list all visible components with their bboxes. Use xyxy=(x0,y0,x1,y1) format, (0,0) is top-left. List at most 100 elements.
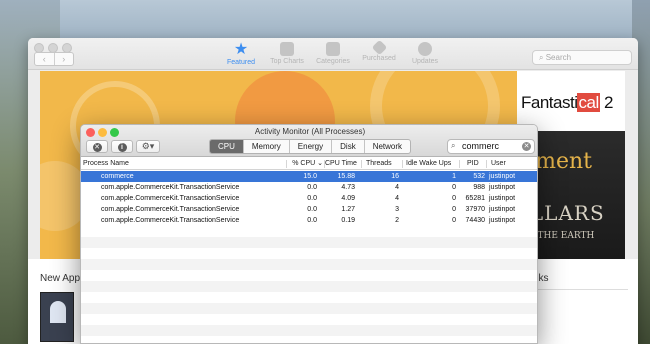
empty-row xyxy=(81,259,537,270)
column-header-row: Process Name % CPU ⌄ CPU Time Threads Id… xyxy=(81,158,537,170)
store-nav-buttons: ‹ › xyxy=(34,52,74,66)
list-icon xyxy=(280,42,294,56)
search-icon: ⌕ xyxy=(451,141,456,150)
activity-monitor-window: Activity Monitor (All Processes) ✕ i ⚙▾ … xyxy=(80,124,538,344)
store-search-field[interactable]: ⌕ Search xyxy=(532,50,632,65)
process-search-input[interactable] xyxy=(462,141,518,151)
col-header-idle-wake-ups[interactable]: Idle Wake Ups xyxy=(406,158,451,170)
cell-process-name: com.apple.CommerceKit.TransactionService xyxy=(101,184,240,191)
cell-idle-wake-ups: 0 xyxy=(452,217,456,224)
cell-pid: 74430 xyxy=(465,217,485,224)
tab-energy[interactable]: Energy xyxy=(288,140,331,153)
toolbar-purchased[interactable]: Purchased xyxy=(354,39,404,62)
cell-idle-wake-ups: 1 xyxy=(452,173,456,180)
sort-descending-icon: ⌄ xyxy=(315,160,323,167)
cell-cpu: 0.0 xyxy=(307,184,317,191)
new-apps-heading: New Apps xyxy=(40,273,86,284)
activity-monitor-titlebar: Activity Monitor (All Processes) ✕ i ⚙▾ … xyxy=(81,125,537,157)
cell-pid: 65281 xyxy=(465,195,485,202)
cell-user: justinpot xyxy=(489,206,516,213)
cell-cpu-time: 0.19 xyxy=(341,217,355,224)
toolbar-top-charts-label: Top Charts xyxy=(270,58,304,65)
star-icon: ★ xyxy=(233,41,249,58)
toolbar-featured[interactable]: ★ Featured xyxy=(216,41,266,67)
cell-cpu: 0.0 xyxy=(307,206,317,213)
window-title: Activity Monitor (All Processes) xyxy=(254,127,366,136)
table-row[interactable]: com.apple.CommerceKit.TransactionService… xyxy=(81,193,537,204)
cell-idle-wake-ups: 0 xyxy=(452,184,456,191)
col-header-process-name[interactable]: Process Name xyxy=(83,158,129,170)
search-icon: ⌕ xyxy=(539,53,546,62)
cell-cpu: 0.0 xyxy=(307,195,317,202)
cell-threads: 3 xyxy=(395,206,399,213)
col-header-pid[interactable]: PID xyxy=(467,158,479,170)
cell-process-name: com.apple.CommerceKit.TransactionService xyxy=(101,217,240,224)
col-header-cpu[interactable]: % CPU ⌄ xyxy=(287,158,323,170)
cell-cpu: 15.0 xyxy=(303,173,317,180)
cell-cpu-time: 4.09 xyxy=(341,195,355,202)
table-row[interactable]: com.apple.CommerceKit.TransactionService… xyxy=(81,182,537,193)
cell-user: justinpot xyxy=(489,217,516,224)
action-menu-button[interactable]: ⚙▾ xyxy=(136,140,160,153)
tag-icon xyxy=(371,39,387,56)
toolbar-updates[interactable]: Updates xyxy=(400,42,450,65)
cathedral-window-icon xyxy=(50,301,66,323)
toolbar-categories-label: Categories xyxy=(316,58,350,65)
cell-process-name: commerce xyxy=(101,173,134,180)
cell-idle-wake-ups: 0 xyxy=(452,195,456,202)
cell-cpu-time: 15.88 xyxy=(337,173,355,180)
cell-cpu: 0.0 xyxy=(307,217,317,224)
cell-pid: 988 xyxy=(473,184,485,191)
column-separator xyxy=(361,160,362,168)
toolbar-top-charts[interactable]: Top Charts xyxy=(262,42,312,65)
store-search-placeholder: Search xyxy=(545,53,572,62)
desktop-sky xyxy=(0,0,650,40)
col-header-threads[interactable]: Threads xyxy=(366,158,392,170)
cell-process-name: com.apple.CommerceKit.TransactionService xyxy=(101,195,240,202)
toolbar-featured-label: Featured xyxy=(226,59,256,66)
cell-user: justinpot xyxy=(489,173,516,180)
col-header-cpu-time[interactable]: CPU Time xyxy=(325,158,357,170)
toolbar-updates-label: Updates xyxy=(411,58,439,65)
clear-search-icon[interactable]: ✕ xyxy=(522,142,531,151)
cell-threads: 4 xyxy=(395,195,399,202)
quit-process-button[interactable]: ✕ xyxy=(86,140,108,153)
app-store-toolbar: ‹ › ★ Featured Top Charts Categories Pur… xyxy=(28,38,638,70)
empty-row xyxy=(81,237,537,248)
column-separator xyxy=(402,160,403,168)
tab-cpu[interactable]: CPU xyxy=(210,140,243,153)
gear-icon: ⚙▾ xyxy=(141,141,155,151)
cell-cpu-time: 4.73 xyxy=(341,184,355,191)
table-row[interactable]: com.apple.CommerceKit.TransactionService… xyxy=(81,204,537,215)
table-row[interactable]: commerce 15.0 15.88 16 1 532 justinpot xyxy=(81,171,537,182)
info-icon: i xyxy=(117,143,127,152)
stop-icon: ✕ xyxy=(92,143,102,152)
column-separator xyxy=(459,160,460,168)
tab-disk[interactable]: Disk xyxy=(331,140,364,153)
cell-idle-wake-ups: 0 xyxy=(452,206,456,213)
cell-threads: 2 xyxy=(395,217,399,224)
cell-pid: 37970 xyxy=(465,206,485,213)
table-row[interactable]: com.apple.CommerceKit.TransactionService… xyxy=(81,215,537,226)
fantastical-title: Fantastical 2 xyxy=(521,93,613,112)
tab-bar: CPU Memory Energy Disk Network xyxy=(209,139,412,154)
cell-cpu-time: 1.27 xyxy=(341,206,355,213)
divider xyxy=(533,289,628,290)
fantastical-promo[interactable]: Fantastical 2 xyxy=(517,71,625,131)
box-icon xyxy=(326,42,340,56)
toolbar-categories[interactable]: Categories xyxy=(308,42,358,65)
column-separator xyxy=(486,160,487,168)
process-search-field[interactable]: ⌕ ✕ xyxy=(447,139,535,154)
inspect-process-button[interactable]: i xyxy=(111,140,133,153)
download-icon xyxy=(418,42,432,56)
tab-memory[interactable]: Memory xyxy=(242,140,289,153)
cell-threads: 16 xyxy=(391,173,399,180)
process-table: commerce 15.0 15.88 16 1 532 justinpot c… xyxy=(81,171,537,343)
app-thumbnail[interactable] xyxy=(40,292,74,342)
cell-threads: 4 xyxy=(395,184,399,191)
col-header-user[interactable]: User xyxy=(491,158,506,170)
forward-button[interactable]: › xyxy=(53,53,74,65)
empty-row xyxy=(81,303,537,314)
back-button[interactable]: ‹ xyxy=(35,53,54,65)
tab-network[interactable]: Network xyxy=(363,140,410,153)
